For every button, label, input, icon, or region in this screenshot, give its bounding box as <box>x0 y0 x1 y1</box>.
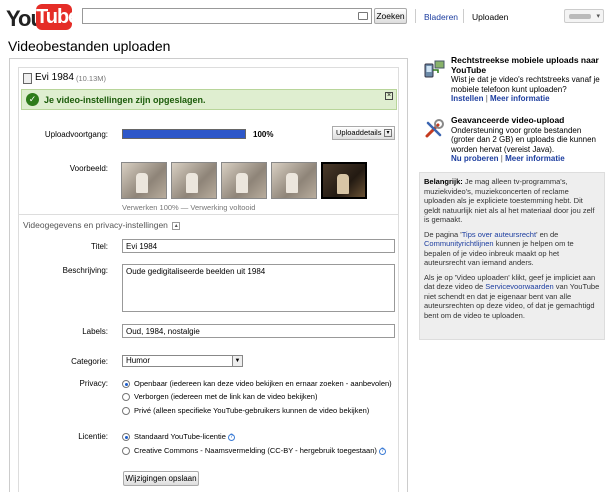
thumbnail-option[interactable] <box>271 162 317 199</box>
thumbnail-option[interactable] <box>121 162 167 199</box>
thumbnail-option[interactable] <box>221 162 267 199</box>
try-now-link[interactable]: Nu proberen <box>451 154 499 163</box>
progress-label: Uploadvoortgang: <box>44 130 108 139</box>
save-changes-button[interactable]: Wijzigingen opslaan <box>123 471 199 486</box>
youtube-logo[interactable]: You Tube <box>6 4 79 31</box>
community-guidelines-link[interactable]: Communityrichtlijnen <box>424 239 494 248</box>
radio-button[interactable] <box>122 393 130 401</box>
radio-label: Verborgen (iedereen met de link kan de v… <box>134 392 318 401</box>
username-blurred <box>569 14 591 19</box>
radio-button[interactable] <box>122 447 130 455</box>
tags-label: Labels: <box>82 327 108 336</box>
description-textarea[interactable]: Oude gedigitaliseerde beelden uit 1984 <box>122 264 395 312</box>
upload-details-label: Uploaddetails <box>336 128 382 137</box>
link-separator: | <box>485 94 488 103</box>
setup-link[interactable]: Instellen <box>451 94 483 103</box>
checkmark-icon: ✓ <box>26 93 39 106</box>
nav-divider <box>415 9 416 23</box>
title-input[interactable]: Evi 1984 <box>122 239 395 253</box>
license-label: Licentie: <box>78 432 108 441</box>
search-button[interactable]: Zoeken <box>374 8 407 24</box>
advanced-upload-text: Ondersteuning voor grote bestanden (grot… <box>451 125 596 154</box>
nav-divider <box>463 9 464 23</box>
file-size: (10.13M) <box>76 74 107 83</box>
privacy-private-radio[interactable]: Privé (alleen specifieke YouTube-gebruik… <box>122 406 392 417</box>
chevron-down-icon: ▾ <box>596 13 600 20</box>
file-icon <box>23 73 32 84</box>
nav-browse-link[interactable]: Bladeren <box>424 12 458 22</box>
section-title-text: Videogegevens en privacy-instellingen <box>23 220 168 230</box>
processing-status: Verwerken 100% — Verwerking voltooid <box>122 203 256 212</box>
thumbnail-image <box>136 173 148 193</box>
notice-text-2a: De pagina ' <box>424 229 462 239</box>
thumbnail-image <box>236 173 248 193</box>
radio-label: Openbaar (iedereen kan deze video bekijk… <box>134 379 392 388</box>
privacy-public-radio[interactable]: Openbaar (iedereen kan deze video bekijk… <box>122 379 392 390</box>
radio-label: Creative Commons - Naamsvermelding (CC-B… <box>134 446 377 455</box>
close-icon[interactable]: × <box>385 92 393 100</box>
logo-tube-text: Tube <box>36 4 79 30</box>
category-selected: Humor <box>126 356 151 365</box>
collapse-icon: ▴ <box>172 221 181 230</box>
help-icon[interactable]: ? <box>227 433 235 441</box>
progress-percent: 100% <box>253 130 274 139</box>
upload-panel: Evi 1984 (10.13M) ✓ Je video-instellinge… <box>9 58 408 492</box>
nav-upload-link[interactable]: Uploaden <box>472 12 508 22</box>
radio-button-selected[interactable] <box>122 380 130 388</box>
more-info-link[interactable]: Meer informatie <box>505 154 565 163</box>
preview-label: Voorbeeld: <box>69 164 108 173</box>
radio-button[interactable] <box>122 407 130 415</box>
terms-of-service-link[interactable]: Servicevoorwaarden <box>485 282 553 291</box>
category-select[interactable]: Humor ▼ <box>122 355 243 367</box>
thumbnail-image <box>337 174 349 194</box>
privacy-unlisted-radio[interactable]: Verborgen (iedereen met de link kan de v… <box>122 392 392 403</box>
link-separator: | <box>500 154 503 163</box>
chevron-down-icon: ▾ <box>384 129 392 137</box>
mobile-upload-title: Rechtstreekse mobiele uploads naar YouTu… <box>451 55 599 75</box>
thumbnail-image <box>186 173 198 193</box>
copyright-tips-link[interactable]: Tips over auteursrecht <box>462 230 536 239</box>
user-menu[interactable]: ▾ <box>564 9 604 23</box>
notice-text-2b: ' en de <box>536 229 559 239</box>
success-banner: ✓ Je video-instellingen zijn opgeslagen.… <box>21 89 397 110</box>
radio-button-selected[interactable] <box>122 433 130 441</box>
upload-item: Evi 1984 (10.13M) ✓ Je video-instellinge… <box>18 67 399 492</box>
progress-fill <box>123 130 245 138</box>
privacy-label: Privacy: <box>79 379 108 388</box>
thumbnail-option[interactable] <box>171 162 217 199</box>
category-label: Categorie: <box>71 357 108 366</box>
license-cc-radio[interactable]: Creative Commons - Naamsvermelding (CC-B… <box>122 446 392 457</box>
mobile-upload-text: Wist je dat je video's rechtstreeks vana… <box>451 75 600 94</box>
license-standard-radio[interactable]: Standaard YouTube-licentie? <box>122 432 392 443</box>
tools-icon <box>425 119 444 138</box>
chevron-down-icon: ▼ <box>232 356 242 366</box>
notice-important-label: Belangrijk: <box>424 177 463 186</box>
upload-details-button[interactable]: Uploaddetails ▾ <box>332 126 395 140</box>
thumbnail-image <box>286 173 298 193</box>
copyright-notice: Belangrijk: Je mag alleen tv-programma's… <box>419 172 605 340</box>
thumbnail-option-selected[interactable] <box>321 162 367 199</box>
section-title[interactable]: Videogegevens en privacy-instellingen ▴ <box>23 220 181 230</box>
tags-input[interactable]: Oud, 1984, nostalgie <box>122 324 395 338</box>
keyboard-icon[interactable] <box>358 12 368 20</box>
title-label: Titel: <box>90 242 108 251</box>
section-divider <box>19 214 398 215</box>
file-name: Evi 1984 <box>35 72 74 83</box>
radio-label: Privé (alleen specifieke YouTube-gebruik… <box>134 406 370 415</box>
help-icon[interactable]: ? <box>378 447 386 455</box>
upload-progress-bar <box>122 129 246 139</box>
page-title: Videobestanden uploaden <box>8 38 171 54</box>
success-message: Je video-instellingen zijn opgeslagen. <box>44 95 206 105</box>
mobile-upload-icon <box>424 60 445 78</box>
more-info-link[interactable]: Meer informatie <box>490 94 550 103</box>
search-input[interactable] <box>82 8 372 24</box>
radio-label: Standaard YouTube-licentie <box>134 432 226 441</box>
advanced-upload-title: Geavanceerde video-upload <box>451 115 565 125</box>
description-label: Beschrijving: <box>62 266 108 275</box>
